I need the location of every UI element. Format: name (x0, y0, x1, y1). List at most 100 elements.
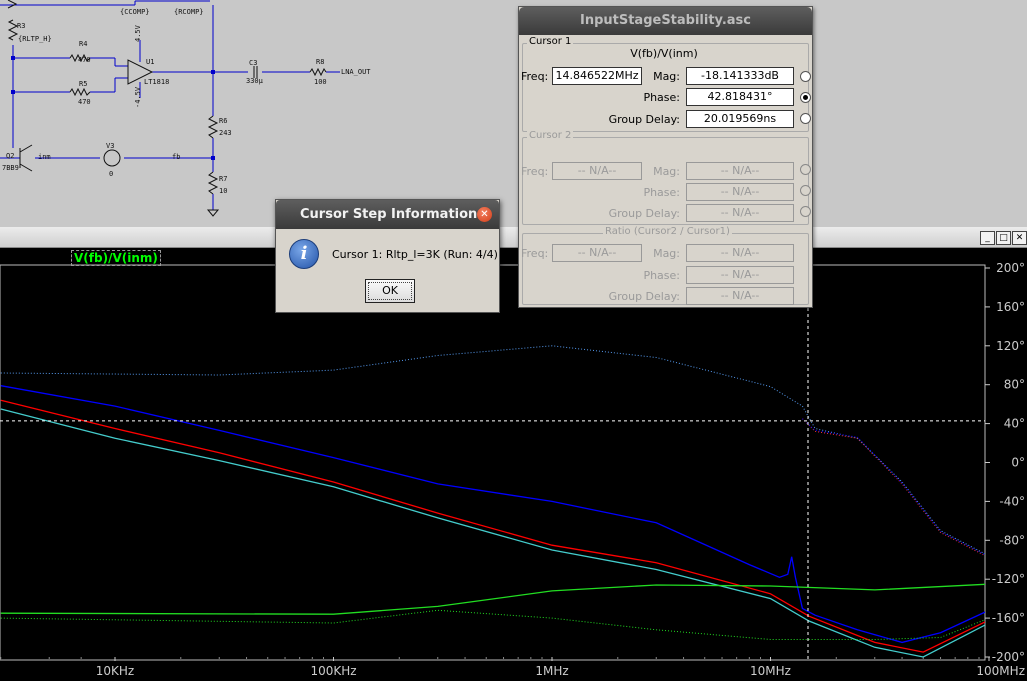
trace-line-1 (0, 385, 985, 644)
r7-label: R7 (219, 175, 228, 183)
cursor1-phase-radio[interactable] (800, 92, 811, 103)
x-tick-label: 100KHz (310, 664, 356, 678)
y-tick-label: -120° (992, 572, 1025, 586)
r8-value: 100 (314, 78, 327, 86)
cursor-dialog-titlebar[interactable]: InputStageStability.asc (519, 7, 812, 35)
c3-value: 330µ (246, 77, 263, 85)
v3-label: V3 (106, 142, 115, 150)
trace-line-8 (0, 609, 985, 640)
vplus-label: 4.5V (134, 25, 142, 42)
cursor1-group-title: Cursor 1 (527, 36, 574, 47)
r7-value: 10 (219, 187, 228, 195)
y-tick-label: 80° (1004, 378, 1025, 392)
v3-value: 0 (109, 170, 114, 178)
rltp-h-label: {RLTP_H} (18, 35, 52, 43)
y-tick-label: 120° (996, 339, 1025, 353)
net-fb-label: fb (172, 153, 181, 161)
ratio-freq-label: Freq: (521, 247, 549, 260)
cursor1-mag-field[interactable]: -18.141333dB (686, 67, 794, 85)
cursor2-freq-label: Freq: (521, 165, 549, 178)
ratio-group-title: Ratio (Cursor2 / Cursor1) (603, 226, 732, 237)
ratio-group-delay-field[interactable]: -- N/A-- (686, 287, 794, 305)
r5-label: R5 (79, 80, 88, 88)
cursor1-group-delay-radio[interactable] (800, 113, 811, 124)
cursor-step-dialog[interactable]: Cursor Step Information ✕ i Cursor 1: Rl… (275, 199, 500, 313)
cursor2-group-delay-label: Group Delay: (608, 207, 680, 220)
ok-button[interactable]: OK (365, 279, 415, 303)
trace-line-5 (0, 345, 985, 555)
cursor2-mag-field[interactable]: -- N/A-- (686, 162, 794, 180)
ratio-mag-label: Mag: (653, 247, 680, 260)
y-tick-label: 160° (996, 300, 1025, 314)
info-icon: i (289, 239, 319, 269)
y-tick-label: -80° (999, 533, 1025, 547)
u1-label: U1 (146, 58, 155, 66)
cursor1-freq-label: Freq: (521, 70, 549, 83)
cursor2-phase-label: Phase: (643, 186, 680, 199)
u1-part-label: LT1818 (144, 78, 170, 86)
r4-label: R4 (79, 40, 88, 48)
y-tick-label: 40° (1004, 417, 1025, 431)
cursor2-phase-radio[interactable] (800, 185, 811, 196)
cursor2-group-title: Cursor 2 (527, 130, 574, 141)
r6-value: 243 (219, 129, 232, 137)
trace-line-7 (802, 418, 985, 556)
y-tick-label: 200° (996, 261, 1025, 275)
cursor2-freq-field[interactable]: -- N/A-- (552, 162, 642, 180)
ratio-mag-field[interactable]: -- N/A-- (686, 244, 794, 262)
ratio-phase-label: Phase: (643, 269, 680, 282)
r8-label: R8 (316, 58, 325, 66)
cursor1-phase-label: Phase: (643, 91, 680, 104)
trace-line-4 (0, 583, 985, 615)
ratio-group-delay-label: Group Delay: (608, 290, 680, 303)
schematic-canvas[interactable]: R3 {RLTP_H} {CCOMP} {RCOMP} R4 470 R5 47… (0, 0, 1027, 227)
cursor1-mag-label: Mag: (653, 70, 680, 83)
cursor-dialog-title: InputStageStability.asc (579, 13, 751, 28)
step-dialog-titlebar[interactable]: Cursor Step Information ✕ (276, 200, 499, 229)
waveform-window[interactable]: _ □ ✕ 10KHz 100KHz 1MHz 10MHz 100MHz 200° 160°… (0, 227, 1027, 681)
cursor2-mag-radio[interactable] (800, 164, 811, 175)
step-message: Cursor 1: Rltp_l=3K (Run: 4/4) (332, 248, 498, 261)
ratio-freq-field[interactable]: -- N/A-- (552, 244, 642, 262)
x-tick-label: 10MHz (750, 664, 791, 678)
trace-label[interactable]: V(fb)/V(inm) (71, 250, 161, 266)
y-tick-label: 0° (1011, 456, 1025, 470)
cursor2-mag-label: Mag: (653, 165, 680, 178)
cursor-dialog[interactable]: InputStageStability.asc Cursor 1 V(fb)/V… (518, 6, 813, 308)
plot-frame (0, 264, 986, 661)
step-dialog-title: Cursor Step Information (300, 207, 478, 222)
cursor1-group-delay-label: Group Delay: (608, 113, 680, 126)
cursor1-expression: V(fb)/V(inm) (630, 47, 698, 60)
ccomp-label: {CCOMP} (120, 8, 150, 16)
trace-line-3 (0, 408, 985, 658)
r6-label: R6 (219, 117, 228, 125)
c3-label: C3 (249, 59, 258, 67)
r3-label: R3 (17, 22, 26, 30)
q2-label: Q2 (6, 152, 15, 160)
vminus-label: -4.5V (134, 86, 142, 108)
bode-plot[interactable]: 10KHz 100KHz 1MHz 10MHz 100MHz 200° 160° 120° 80… (0, 227, 1027, 681)
lna-out-label: LNA_OUT (341, 68, 371, 76)
r4-value: 470 (78, 56, 91, 64)
cursor1-mag-radio[interactable] (800, 71, 811, 82)
net-inm-label: inm (38, 153, 51, 161)
cursor1-group-delay-field[interactable]: 20.019569ns (686, 110, 794, 128)
cursor2-group-delay-field[interactable]: -- N/A-- (686, 204, 794, 222)
x-tick-label: 1MHz (535, 664, 568, 678)
cursor1-phase-field[interactable]: 42.818431° (686, 88, 794, 106)
cursor2-group-delay-radio[interactable] (800, 206, 811, 217)
y-tick-label: -160° (992, 611, 1025, 625)
trace-line-6 (802, 418, 985, 557)
schematic-wires (0, 0, 340, 217)
x-tick-label: 100MHz (976, 664, 1025, 678)
r5-value: 470 (78, 98, 91, 106)
y-tick-label: -40° (999, 494, 1025, 508)
y-tick-label: -200° (992, 650, 1025, 664)
cursor2-phase-field[interactable]: -- N/A-- (686, 183, 794, 201)
x-tick-label: 10KHz (96, 664, 134, 678)
q2-part-label: 7BB9 (2, 164, 19, 172)
ratio-phase-field[interactable]: -- N/A-- (686, 266, 794, 284)
cursor1-freq-field[interactable]: 14.846522MHz (552, 67, 642, 85)
close-icon[interactable]: ✕ (477, 207, 492, 222)
rcomp-label: {RCOMP} (174, 8, 204, 16)
